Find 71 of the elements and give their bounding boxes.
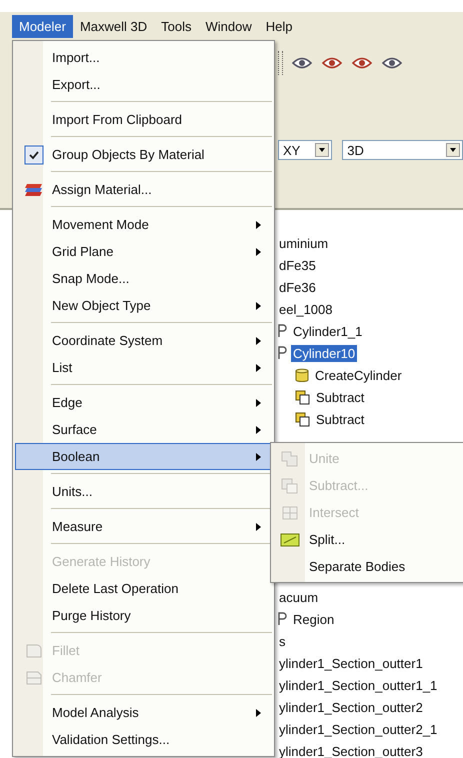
tree-item[interactable]: acuum: [277, 588, 320, 606]
tree-item[interactable]: ylinder1_Section_outter1_1: [277, 676, 440, 694]
menu-item[interactable]: Group Objects By Material: [15, 141, 272, 168]
menu-item[interactable]: Model Analysis: [15, 699, 272, 726]
menu-item[interactable]: Purge History: [15, 602, 272, 629]
menu-item[interactable]: Assign Material...: [15, 176, 272, 203]
menu-bar-item[interactable]: Modeler: [12, 14, 73, 38]
tree-item[interactable]: Subtract: [314, 410, 366, 428]
fillet-icon: [26, 644, 42, 658]
submenu-arrow-icon: [256, 398, 261, 406]
submenu-arrow-icon: [256, 708, 261, 716]
checkmark-icon: [24, 144, 44, 164]
dropdown[interactable]: XY: [278, 140, 332, 160]
object-icon: [277, 612, 287, 626]
object-icon: [277, 324, 287, 338]
subtract-icon: [295, 390, 310, 404]
menu-item[interactable]: Boolean: [15, 443, 272, 470]
submenu-arrow-icon: [256, 248, 261, 256]
menu-item[interactable]: Import...: [15, 44, 272, 71]
menu-item[interactable]: Validation Settings...: [15, 726, 272, 753]
menu-item[interactable]: Edge: [15, 389, 272, 416]
tree-item[interactable]: Subtract: [314, 388, 366, 406]
tree-item[interactable]: ylinder1_Section_outter1: [277, 654, 425, 672]
menu-item[interactable]: Snap Mode...: [15, 265, 272, 292]
menu-item[interactable]: Separate Bodies: [271, 553, 463, 580]
menu-item[interactable]: Movement Mode: [15, 211, 272, 238]
tree-item[interactable]: Cylinder1_1: [291, 322, 364, 340]
chamfer-icon: [26, 670, 42, 684]
menu-item[interactable]: Coordinate System: [15, 327, 272, 354]
submenu-arrow-icon: [256, 452, 261, 460]
menu-item[interactable]: Units...: [15, 478, 272, 505]
tree-item[interactable]: ylinder1_Section_outter2_1: [277, 720, 440, 738]
tree-item[interactable]: dFe36: [277, 278, 318, 296]
tree-item[interactable]: ylinder1_Section_outter2: [277, 698, 425, 716]
menu-item[interactable]: Surface: [15, 416, 272, 443]
subtract-icon: [281, 478, 299, 494]
tree-item[interactable]: eel_1008: [277, 300, 334, 318]
tree-item[interactable]: uminium: [277, 234, 330, 252]
menu-item[interactable]: Import From Clipboard: [15, 106, 272, 133]
submenu-arrow-icon: [256, 302, 261, 310]
menu-bar-item[interactable]: Tools: [154, 14, 199, 38]
submenu-arrow-icon: [256, 220, 261, 228]
menu-bar-item[interactable]: Window: [198, 14, 259, 38]
subtract-icon: [295, 412, 310, 426]
menu-bar-item[interactable]: Help: [258, 14, 300, 38]
menu-item[interactable]: Split...: [271, 526, 463, 553]
menu-item[interactable]: Delete Last Operation: [15, 575, 272, 602]
menu-item[interactable]: Grid Plane: [15, 238, 272, 265]
tree-item[interactable]: s: [277, 632, 288, 650]
submenu-arrow-icon: [256, 364, 261, 372]
material-icon: [24, 182, 44, 196]
toolbar-grip: [278, 51, 283, 75]
intersect-icon: [281, 504, 299, 520]
tree-item[interactable]: ylinder1_Section_outter3: [277, 742, 425, 758]
tree-item[interactable]: Region: [291, 610, 336, 628]
tree-item[interactable]: dFe35: [277, 256, 318, 274]
menu-bar-item[interactable]: Maxwell 3D: [72, 14, 154, 38]
split-icon: [280, 532, 300, 546]
submenu-arrow-icon: [256, 522, 261, 530]
menu-item[interactable]: New Object Type: [15, 292, 272, 319]
menu-item[interactable]: Measure: [15, 513, 272, 540]
unite-icon: [281, 450, 299, 466]
tree-item[interactable]: Cylinder10: [291, 344, 358, 362]
menu-item[interactable]: Export...: [15, 71, 272, 98]
menu-item[interactable]: List: [15, 354, 272, 381]
submenu-arrow-icon: [256, 426, 261, 434]
tree-item[interactable]: CreateCylinder: [313, 366, 404, 384]
cylinder-icon: [295, 368, 309, 382]
object-icon: [277, 346, 287, 360]
dropdown[interactable]: 3D: [342, 140, 463, 160]
submenu-arrow-icon: [256, 336, 261, 344]
